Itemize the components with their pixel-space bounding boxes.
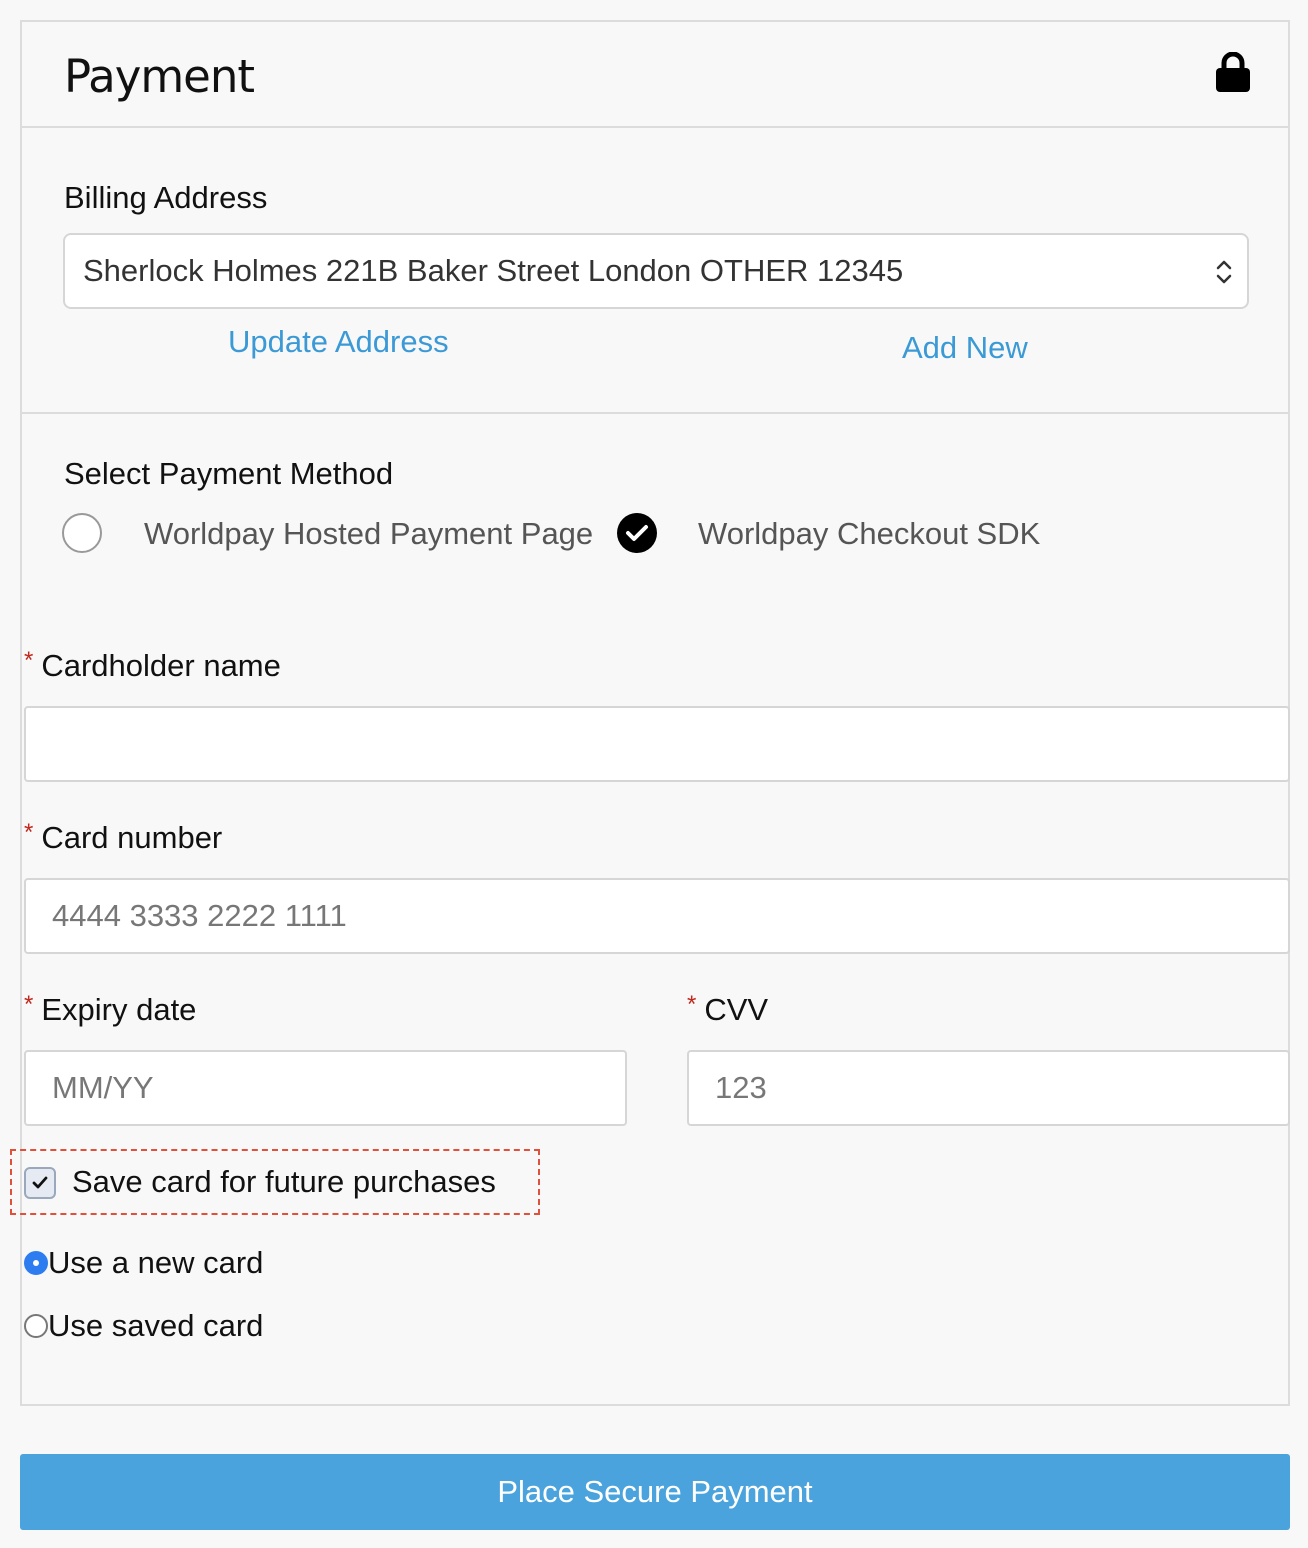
cardholder-name-label: * Cardholder name: [24, 647, 281, 684]
payment-method-option-sdk[interactable]: Worldpay Checkout SDK: [698, 516, 1040, 552]
use-new-card-label[interactable]: Use a new card: [48, 1245, 263, 1281]
payment-method-radio-hosted[interactable]: [62, 513, 102, 553]
billing-address-label: Billing Address: [64, 180, 268, 215]
card-number-label-text: Card number: [41, 820, 223, 855]
use-saved-card-radio[interactable]: [24, 1314, 48, 1338]
expiry-date-input[interactable]: [24, 1050, 627, 1126]
payment-method-label: Select Payment Method: [64, 456, 394, 491]
checkbox-check-icon: [32, 1176, 48, 1189]
expiry-date-label-text: Expiry date: [41, 992, 197, 1027]
cardholder-name-label-text: Cardholder name: [41, 648, 281, 683]
required-marker: *: [24, 819, 34, 846]
page-title: Payment: [64, 50, 255, 103]
payment-method-option-hosted[interactable]: Worldpay Hosted Payment Page: [144, 516, 593, 552]
add-new-address-link[interactable]: Add New: [902, 330, 1028, 366]
place-secure-payment-button[interactable]: Place Secure Payment: [20, 1454, 1290, 1530]
save-card-checkbox[interactable]: [24, 1167, 56, 1199]
card-header: Payment: [22, 22, 1288, 128]
cvv-label-text: CVV: [704, 992, 769, 1027]
use-new-card-radio[interactable]: [24, 1251, 48, 1275]
required-marker: *: [24, 991, 34, 1018]
billing-address-select[interactable]: Sherlock Holmes 221B Baker Street London…: [63, 233, 1249, 309]
select-arrows-icon: [1216, 260, 1232, 284]
required-marker: *: [24, 647, 34, 674]
billing-section: Billing Address Sherlock Holmes 221B Bak…: [22, 128, 1288, 414]
card-number-label: * Card number: [24, 819, 223, 856]
payment-card: Payment Billing Address Sherlock Holmes …: [10, 20, 1290, 1406]
selected-address: Sherlock Holmes 221B Baker Street London…: [83, 253, 904, 288]
update-address-link[interactable]: Update Address: [228, 324, 449, 360]
checkmark-icon[interactable]: [616, 512, 658, 554]
expiry-date-label: * Expiry date: [24, 991, 197, 1028]
cvv-input[interactable]: [687, 1050, 1290, 1126]
card-number-input[interactable]: [24, 878, 1290, 954]
cardholder-name-input[interactable]: [24, 706, 1290, 782]
cvv-label: * CVV: [687, 991, 769, 1028]
save-card-label[interactable]: Save card for future purchases: [72, 1164, 496, 1200]
lock-icon: [1216, 52, 1250, 92]
required-marker: *: [687, 991, 697, 1018]
use-saved-card-label[interactable]: Use saved card: [48, 1308, 263, 1344]
